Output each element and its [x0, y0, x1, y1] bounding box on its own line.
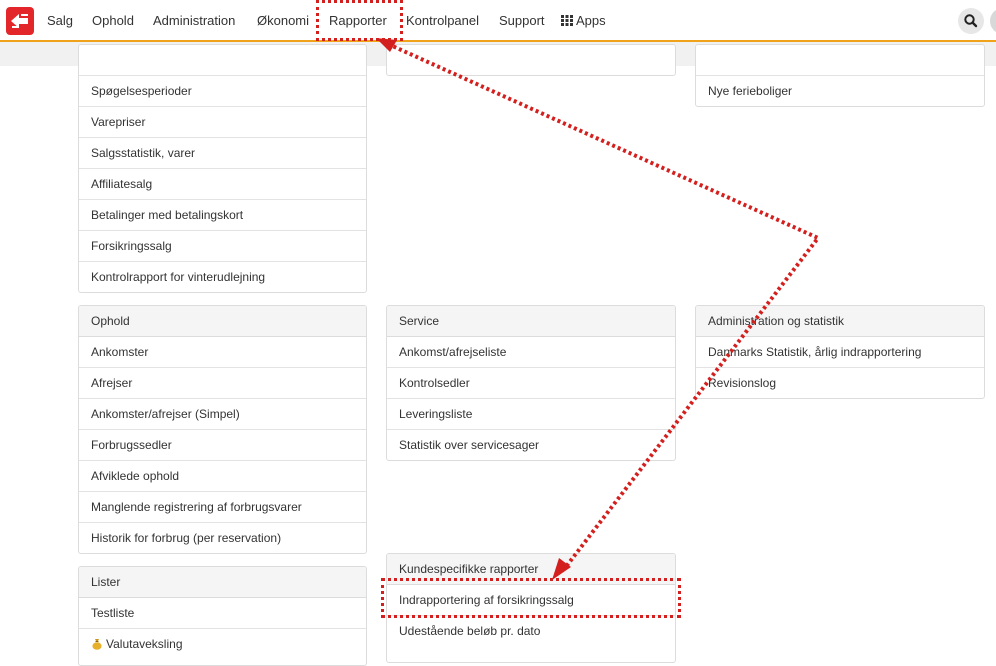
- money-bag-icon: [92, 639, 102, 650]
- panel-kundespecifikke: Kundespecifikke rapporter Indrapporterin…: [386, 553, 676, 663]
- report-link[interactable]: Statistik over servicesager: [387, 430, 675, 460]
- panel-ophold: Ophold Ankomster Afrejser Ankomster/afre…: [78, 305, 367, 554]
- report-link[interactable]: Spøgelsesperioder: [79, 76, 366, 107]
- logo-icon[interactable]: [6, 7, 34, 35]
- panel-title: Kundespecifikke rapporter: [387, 554, 675, 585]
- panel-title: Ophold: [79, 306, 366, 337]
- report-link[interactable]: Udestående beløb pr. dato: [387, 616, 675, 647]
- report-link[interactable]: Testliste: [79, 598, 366, 629]
- search-button[interactable]: [958, 8, 984, 34]
- report-link[interactable]: Varepriser: [79, 107, 366, 138]
- report-link[interactable]: Betalinger med betalingskort: [79, 200, 366, 231]
- report-link[interactable]: Affiliatesalg: [79, 169, 366, 200]
- report-link[interactable]: Manglende registrering af forbrugsvarer: [79, 492, 366, 523]
- nav-rapporter[interactable]: Rapporter: [329, 12, 387, 30]
- report-link[interactable]: Ankomst/afrejseliste: [387, 337, 675, 368]
- report-link[interactable]: Kontrolsedler: [387, 368, 675, 399]
- nav-salg[interactable]: Salg: [47, 12, 73, 30]
- report-link[interactable]: Leveringsliste: [387, 399, 675, 430]
- nav-okonomi[interactable]: Økonomi: [257, 12, 309, 30]
- report-link[interactable]: Nye ferieboliger: [696, 76, 984, 106]
- report-link[interactable]: Ankomster: [79, 337, 366, 368]
- report-link[interactable]: Forsikringssalg: [79, 231, 366, 262]
- grid-icon: [561, 15, 573, 26]
- panel-lister: Lister Testliste Valutaveksling: [78, 566, 367, 666]
- panel-spacer: [696, 45, 984, 76]
- report-link[interactable]: Revisionslog: [696, 368, 984, 398]
- report-link[interactable]: Ankomster/afrejser (Simpel): [79, 399, 366, 430]
- panel-spacer: [79, 45, 366, 76]
- report-link[interactable]: Salgsstatistik, varer: [79, 138, 366, 169]
- panel-middle-top: [386, 44, 676, 76]
- report-link[interactable]: Kontrolrapport for vinterudlejning: [79, 262, 366, 292]
- panel-title: Service: [387, 306, 675, 337]
- avatar[interactable]: [990, 8, 996, 34]
- top-navbar: Salg Ophold Administration Økonomi Rappo…: [0, 0, 996, 42]
- panel-right-top: Nye ferieboliger: [695, 44, 985, 107]
- nav-kontrolpanel[interactable]: Kontrolpanel: [406, 12, 479, 30]
- report-link[interactable]: Danmarks Statistik, årlig indrapporterin…: [696, 337, 984, 368]
- report-link-label: Valutaveksling: [106, 637, 183, 651]
- panel-administration-statistik: Administration og statistik Danmarks Sta…: [695, 305, 985, 399]
- nav-ophold[interactable]: Ophold: [92, 12, 134, 30]
- nav-support[interactable]: Support: [499, 12, 545, 30]
- nav-apps[interactable]: Apps: [561, 12, 606, 30]
- panel-service: Service Ankomst/afrejseliste Kontrolsedl…: [386, 305, 676, 461]
- report-link[interactable]: Afrejser: [79, 368, 366, 399]
- report-link[interactable]: Historik for forbrug (per reservation): [79, 523, 366, 553]
- panel-title: Lister: [79, 567, 366, 598]
- panel-title: Administration og statistik: [696, 306, 984, 337]
- search-icon: [964, 14, 978, 28]
- nav-administration[interactable]: Administration: [153, 12, 235, 30]
- nav-apps-label: Apps: [576, 13, 606, 28]
- report-link-forsikringssalg[interactable]: Indrapportering af forsikringssalg: [387, 585, 675, 616]
- panel-salg-rapporter: Spøgelsesperioder Varepriser Salgsstatis…: [78, 44, 367, 293]
- report-link[interactable]: Forbrugssedler: [79, 430, 366, 461]
- report-link[interactable]: Afviklede ophold: [79, 461, 366, 492]
